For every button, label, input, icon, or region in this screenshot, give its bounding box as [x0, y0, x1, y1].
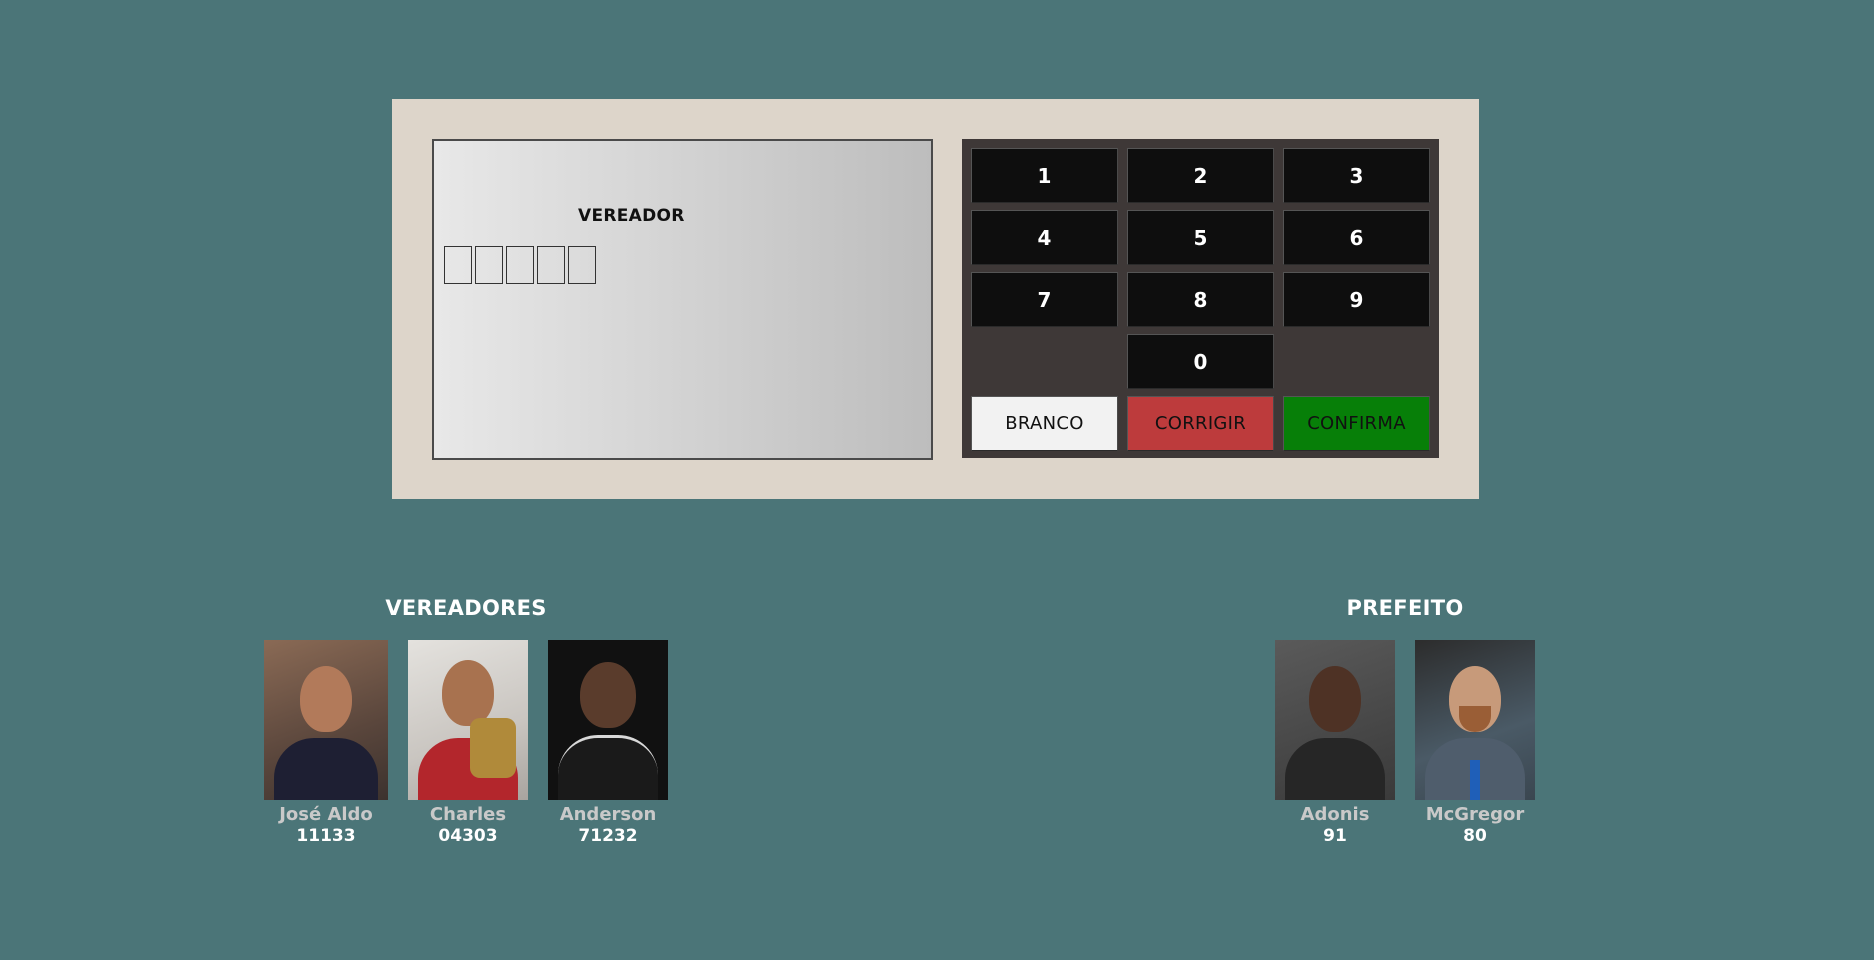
key-6[interactable]: 6 [1283, 210, 1430, 265]
candidate-card: José Aldo 11133 [264, 640, 388, 846]
corrigir-button[interactable]: CORRIGIR [1127, 396, 1274, 451]
candidate-name: Charles [429, 804, 507, 825]
confirma-button[interactable]: CONFIRMA [1283, 396, 1430, 451]
screen-title: VEREADOR [578, 206, 685, 226]
number-input-boxes [444, 246, 596, 284]
candidate-number: 80 [1463, 826, 1487, 846]
candidate-number: 91 [1323, 826, 1347, 846]
vereadores-title: VEREADORES [385, 596, 547, 620]
candidate-photo [1275, 640, 1395, 800]
key-2[interactable]: 2 [1127, 148, 1274, 203]
key-4[interactable]: 4 [971, 210, 1118, 265]
voting-machine: VEREADOR 1 2 3 4 5 6 7 8 9 0 BRANCO CORR… [392, 99, 1479, 499]
candidate-card: Adonis 91 [1275, 640, 1395, 846]
candidate-card: McGregor 80 [1415, 640, 1535, 846]
candidate-photo [264, 640, 388, 800]
candidate-photo [1415, 640, 1535, 800]
key-3[interactable]: 3 [1283, 148, 1430, 203]
candidate-name: José Aldo [279, 804, 373, 825]
candidate-number: 04303 [438, 826, 498, 846]
digit-box-5 [568, 246, 596, 284]
key-9[interactable]: 9 [1283, 272, 1430, 327]
voting-screen: VEREADOR [432, 139, 933, 460]
keypad: 1 2 3 4 5 6 7 8 9 0 BRANCO CORRIGIR CONF… [962, 139, 1439, 458]
key-5[interactable]: 5 [1127, 210, 1274, 265]
digit-box-2 [475, 246, 503, 284]
branco-button[interactable]: BRANCO [971, 396, 1118, 451]
key-7[interactable]: 7 [971, 272, 1118, 327]
prefeito-title: PREFEITO [1346, 596, 1464, 620]
key-0[interactable]: 0 [1127, 334, 1274, 389]
digit-box-3 [506, 246, 534, 284]
candidate-number: 11133 [296, 826, 356, 846]
digit-box-4 [537, 246, 565, 284]
candidate-name: Anderson [559, 804, 657, 825]
key-1[interactable]: 1 [971, 148, 1118, 203]
candidate-card: Anderson 71232 [548, 640, 668, 846]
digit-box-1 [444, 246, 472, 284]
candidate-photo [408, 640, 528, 800]
key-8[interactable]: 8 [1127, 272, 1274, 327]
candidate-name: McGregor [1425, 804, 1525, 825]
candidate-name: Adonis [1300, 804, 1370, 825]
candidate-photo [548, 640, 668, 800]
candidate-number: 71232 [578, 826, 638, 846]
candidate-card: Charles 04303 [408, 640, 528, 846]
